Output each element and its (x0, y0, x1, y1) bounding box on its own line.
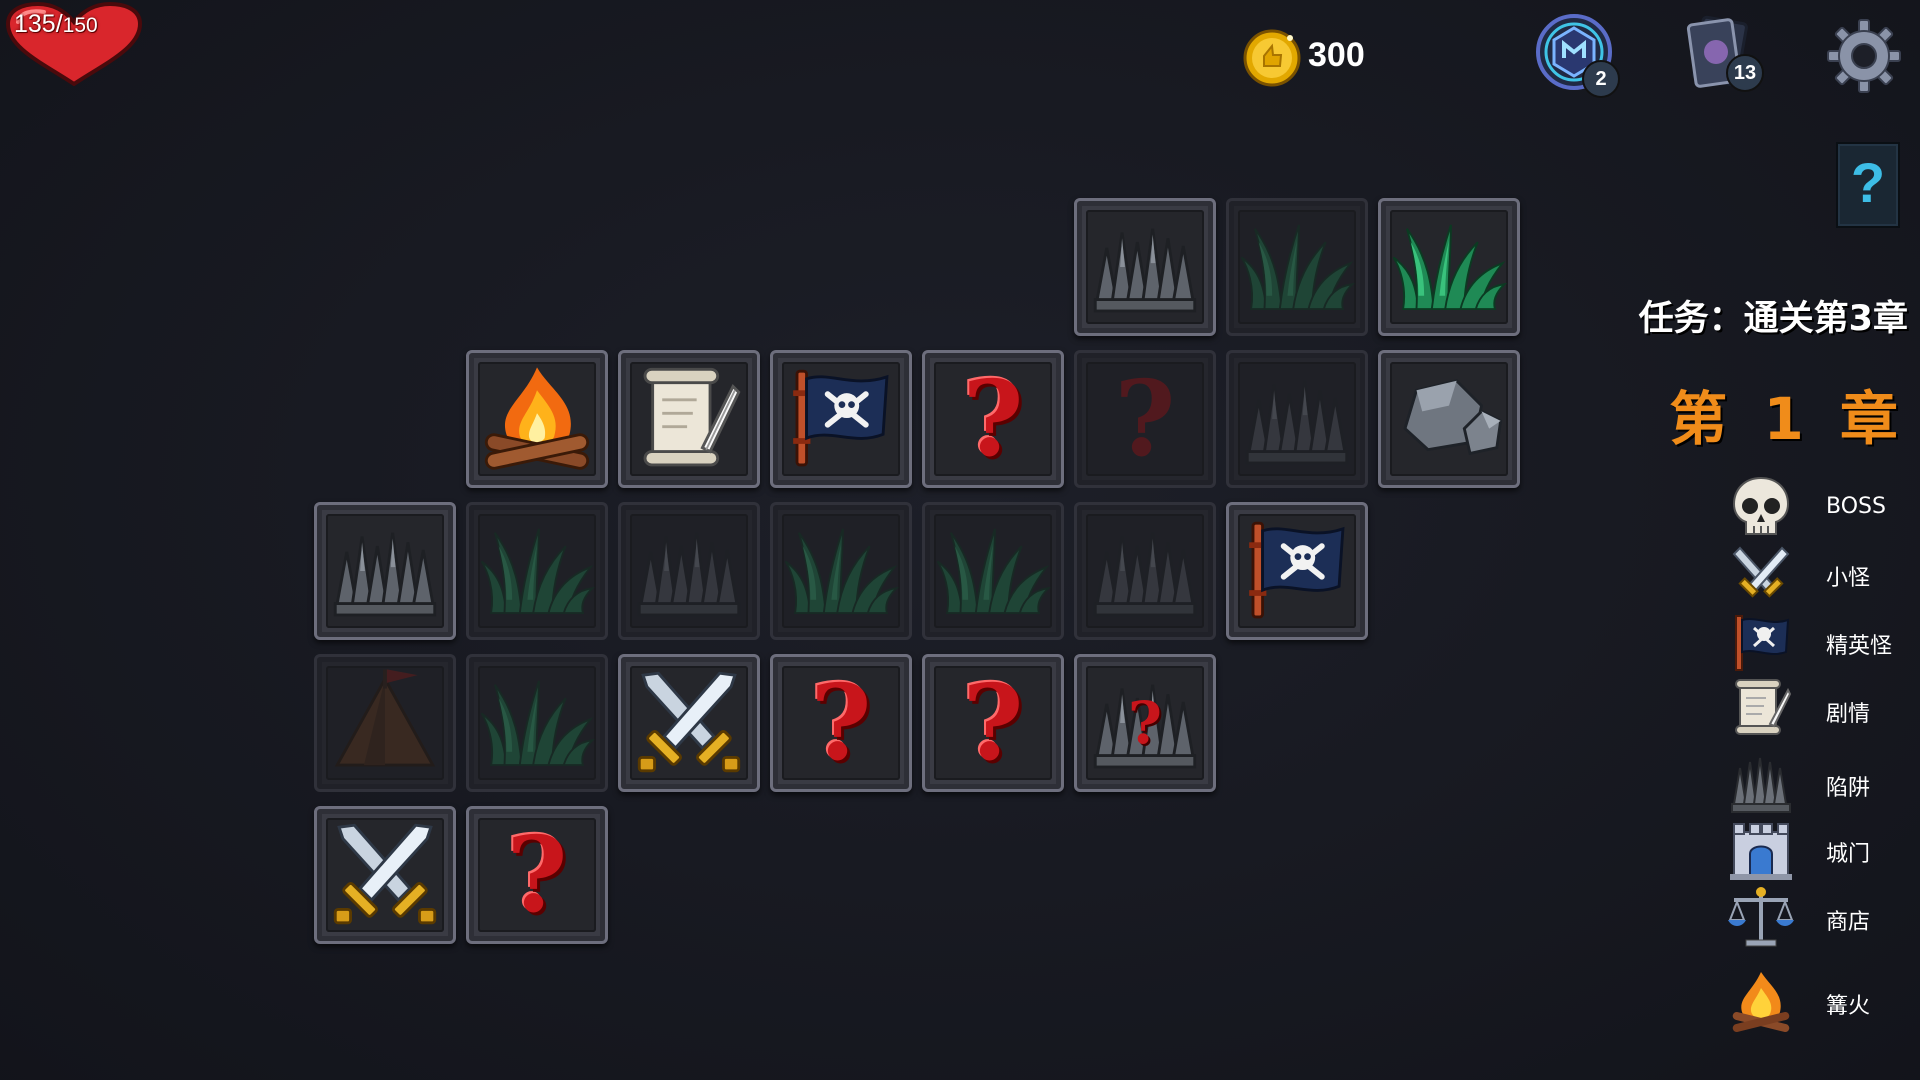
grass-icon (1392, 223, 1506, 311)
legend-label: 篝火 (1826, 994, 1871, 1019)
map-tile-grass[interactable] (922, 502, 1064, 640)
spikes-icon (1093, 227, 1197, 313)
deck-count-badge: 13 (1726, 54, 1764, 92)
legend-label: BOSS (1826, 494, 1886, 519)
crossed-swords-icon (333, 823, 437, 925)
scales-icon (1728, 887, 1794, 947)
map-tile-grass[interactable] (1378, 198, 1520, 336)
map-tile-spikes-unknown[interactable]: ? (1074, 654, 1216, 792)
campfire-icon (1732, 972, 1790, 1033)
question-mark-icon: ? (962, 661, 1024, 784)
relic-count-badge: 2 (1582, 60, 1620, 98)
castle-gate-icon (1730, 823, 1792, 880)
map-tile-pirate-flag[interactable] (1226, 502, 1368, 640)
legend-item-gate: 城门 (1726, 814, 1916, 884)
help-button[interactable]: ? (1836, 142, 1900, 228)
question-mark-icon: ? (1114, 357, 1176, 480)
quest-objective: 任务：通关第3章 (1638, 299, 1908, 339)
map-tile-grass[interactable] (466, 654, 608, 792)
grass-icon (936, 527, 1050, 615)
legend-item-minion: 小怪 (1726, 538, 1916, 608)
tent-icon (335, 667, 435, 767)
hp-separator: / (55, 10, 63, 38)
legend-item-elite: 精英怪 (1726, 606, 1916, 676)
scroll-icon (643, 367, 741, 467)
legend-item-story: 剧情 (1726, 674, 1916, 744)
legend-item-shop: 商店 (1726, 882, 1916, 952)
hp-max: 150 (62, 14, 98, 37)
map-tile-unknown[interactable]: ? (466, 806, 608, 944)
map-tile-spikes[interactable] (1074, 198, 1216, 336)
legend-item-campfire: 篝火 (1726, 966, 1916, 1036)
legend-label: 剧情 (1826, 702, 1871, 727)
grass-icon (480, 679, 594, 767)
legend-item-boss: BOSS (1726, 472, 1916, 542)
legend-label: 精英怪 (1826, 634, 1893, 659)
hp-current: 135 (14, 10, 56, 38)
spikes-icon (637, 531, 741, 617)
campfire-icon (483, 365, 591, 472)
deck-button[interactable]: 13 (1682, 12, 1764, 92)
question-mark-icon: ? (1128, 689, 1162, 757)
spikes-icon (1731, 757, 1791, 813)
map-tile-spikes[interactable] (1226, 350, 1368, 488)
crossed-swords-icon (637, 671, 741, 773)
help-question-icon: ? (1850, 151, 1886, 214)
health-heart[interactable]: 135/150 (4, 2, 144, 86)
gear-icon (1827, 19, 1901, 93)
chapter-title: 第 1 章 (1669, 385, 1906, 453)
rocks-icon (1403, 379, 1503, 455)
spikes-icon (1245, 379, 1349, 465)
map-tile-crossed-swords[interactable] (314, 806, 456, 944)
legend-label: 商店 (1826, 910, 1871, 935)
map-tile-spikes[interactable] (1074, 502, 1216, 640)
gold-coin-icon (1243, 29, 1301, 87)
scroll-icon (1735, 679, 1792, 735)
map-tile-pirate-flag[interactable] (770, 350, 912, 488)
map-tile-crossed-swords[interactable] (618, 654, 760, 792)
pirate-flag-icon (1735, 615, 1790, 671)
question-mark-icon: ? (962, 357, 1024, 480)
legend-label: 陷阱 (1826, 776, 1871, 801)
map-tile-rocks[interactable] (1378, 350, 1520, 488)
grass-icon (784, 527, 898, 615)
settings-button[interactable] (1826, 18, 1902, 94)
map-tile-grass[interactable] (770, 502, 912, 640)
map-tile-grass[interactable] (466, 502, 608, 640)
map-tile-scroll[interactable] (618, 350, 760, 488)
map-tile-campfire[interactable] (466, 350, 608, 488)
grass-icon (1240, 223, 1354, 311)
spikes-icon (1093, 531, 1197, 617)
legend-label: 小怪 (1826, 566, 1871, 591)
relic-button[interactable]: 2 (1534, 12, 1620, 98)
map-tile-unknown[interactable]: ? (770, 654, 912, 792)
legend-item-trap: 陷阱 (1726, 748, 1916, 818)
crossed-swords-icon (1732, 546, 1790, 598)
map-tile-unknown[interactable]: ? (922, 350, 1064, 488)
map-tile-tent[interactable] (314, 654, 456, 792)
skull-icon (1732, 476, 1790, 535)
map-tile-spikes[interactable] (314, 502, 456, 640)
question-mark-icon: ? (506, 813, 568, 936)
gold-amount: 300 (1308, 36, 1365, 74)
pirate-flag-icon (1229, 505, 1365, 637)
map-tile-unknown[interactable]: ? (922, 654, 1064, 792)
map-tile-spikes[interactable] (618, 502, 760, 640)
question-mark-icon: ? (810, 661, 872, 784)
hp-text: 135/150 (14, 10, 134, 39)
legend-label: 城门 (1826, 842, 1871, 867)
map-tile-unknown[interactable]: ? (1074, 350, 1216, 488)
grass-icon (480, 527, 594, 615)
pirate-flag-icon (773, 353, 909, 485)
spikes-icon (333, 531, 437, 617)
map-tile-grass[interactable] (1226, 198, 1368, 336)
